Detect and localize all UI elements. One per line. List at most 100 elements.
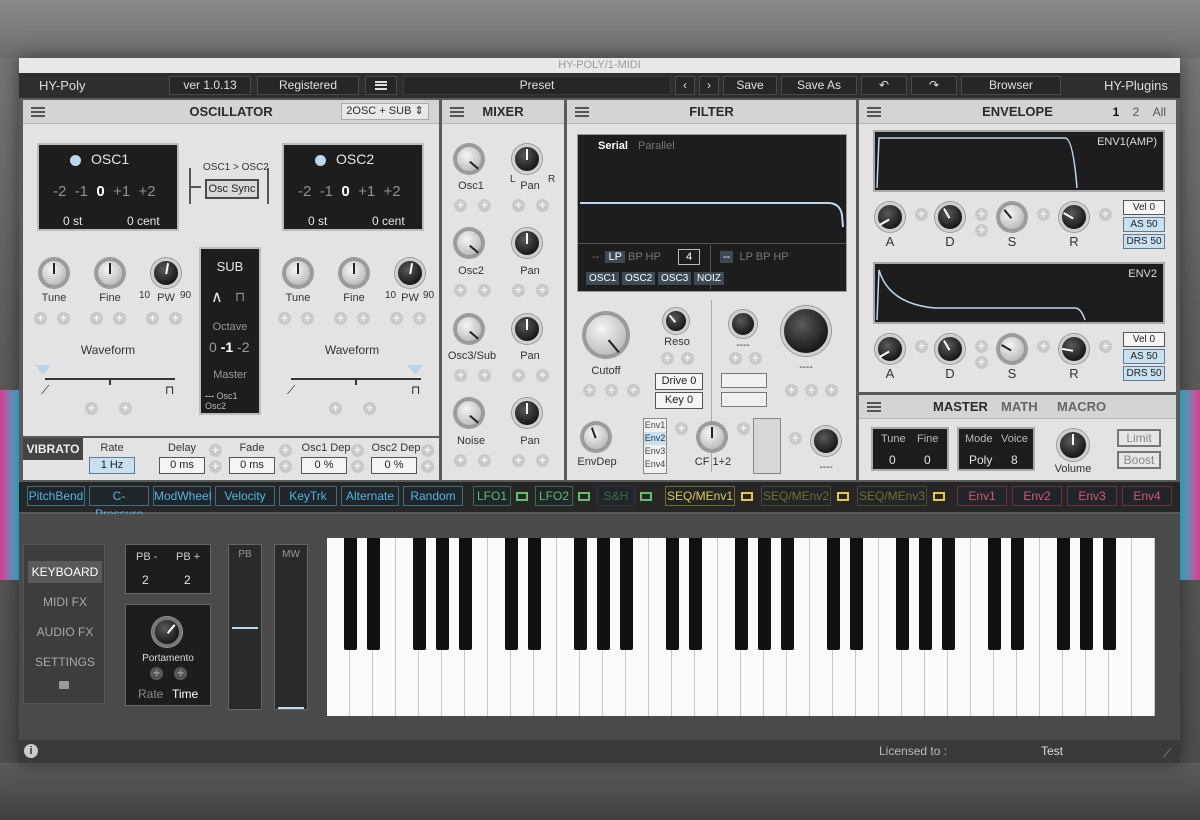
filter1-type-option[interactable]: HP	[646, 251, 661, 263]
seq3-monitor-icon[interactable]	[933, 492, 945, 501]
mod-slot-plus[interactable]: +	[209, 460, 222, 473]
filter-env-select[interactable]: Env1 Env2 Env3 Env4	[643, 418, 667, 474]
sub-triangle-icon[interactable]: ∧	[211, 287, 223, 307]
osc2-fine-knob[interactable]	[339, 258, 369, 288]
sh-monitor-icon[interactable]	[640, 492, 652, 501]
master-tune-value[interactable]: 0	[889, 453, 896, 467]
preset-menu-button[interactable]	[365, 76, 397, 95]
filter2-type-row[interactable]: -- LP BP HP	[720, 251, 789, 263]
env2-decay-knob[interactable]	[935, 334, 965, 364]
master-menu-icon[interactable]	[867, 402, 881, 412]
mod-slot-plus[interactable]: +	[119, 402, 132, 415]
mod-slot-plus[interactable]: +	[512, 199, 525, 212]
master-fine-value[interactable]: 0	[924, 453, 931, 467]
filter2-key-field[interactable]	[721, 392, 767, 407]
portamento-time-option[interactable]: Time	[172, 687, 198, 701]
mod-slot-plus[interactable]: +	[789, 432, 802, 445]
mod-slot-plus[interactable]: +	[413, 312, 426, 325]
mod-slot-plus[interactable]: +	[334, 312, 347, 325]
mod-slot-plus[interactable]: +	[454, 454, 467, 467]
filter1-type-selected[interactable]: LP	[605, 251, 625, 263]
black-key[interactable]	[1079, 538, 1093, 650]
osc1-waveform-handle[interactable]	[35, 365, 51, 375]
osc1-octave-option[interactable]: -2	[53, 183, 66, 200]
mixer-menu-icon[interactable]	[450, 107, 464, 117]
nav-settings[interactable]: SETTINGS	[28, 651, 102, 673]
mod-slot-plus[interactable]: +	[169, 312, 182, 325]
sub-master-row[interactable]: --- Osc1 Osc2	[205, 391, 259, 411]
oscillator-menu-icon[interactable]	[31, 107, 45, 117]
mod-slot-plus[interactable]: +	[975, 340, 988, 353]
lock-icon[interactable]	[59, 681, 69, 689]
mod-slot-plus[interactable]: +	[915, 340, 928, 353]
osc-sync-button[interactable]: Osc Sync	[205, 179, 259, 199]
black-key[interactable]	[734, 538, 748, 650]
mod-slot-plus[interactable]: +	[279, 444, 292, 457]
mod-slot-plus[interactable]: +	[329, 402, 342, 415]
piano-keyboard[interactable]	[327, 538, 1155, 716]
filter-source-osc2[interactable]: OSC2	[622, 272, 656, 285]
filter2-type-option[interactable]: BP	[756, 251, 770, 263]
seq2-monitor-icon[interactable]	[837, 492, 849, 501]
env1-vel-field[interactable]: Vel 0	[1123, 200, 1165, 215]
black-key[interactable]	[849, 538, 863, 650]
mod-slot-plus[interactable]: +	[915, 208, 928, 221]
filter2-type-option[interactable]: HP	[773, 251, 788, 263]
mod-source-env3[interactable]: Env3	[1067, 486, 1117, 506]
black-key[interactable]	[366, 538, 380, 650]
mod-slot-plus[interactable]: +	[85, 402, 98, 415]
macro-tab[interactable]: MACRO	[1057, 395, 1106, 419]
vibrato-fade-field[interactable]: 0 ms	[229, 457, 275, 474]
noise-pan-knob[interactable]	[512, 398, 542, 428]
mod-slot-plus[interactable]: +	[1037, 340, 1050, 353]
mod-slot-plus[interactable]: +	[512, 284, 525, 297]
osc2-octave-option[interactable]: -1	[320, 183, 333, 200]
black-key[interactable]	[987, 538, 1001, 650]
pitchbend-wheel[interactable]: PB	[228, 544, 262, 710]
osc2-octave-option[interactable]: +1	[358, 183, 375, 200]
next-preset-button[interactable]: ›	[699, 76, 719, 95]
black-key[interactable]	[458, 538, 472, 650]
mod-slot-plus[interactable]: +	[113, 312, 126, 325]
white-key[interactable]	[1132, 538, 1155, 716]
env1-as-field[interactable]: AS 50	[1123, 217, 1165, 232]
nav-audio-fx[interactable]: AUDIO FX	[28, 621, 102, 643]
modwheel[interactable]: MW	[274, 544, 308, 710]
black-key[interactable]	[527, 538, 541, 650]
filter-env-option[interactable]: Env1	[644, 419, 666, 432]
black-key[interactable]	[826, 538, 840, 650]
black-key[interactable]	[435, 538, 449, 650]
filter-drive-field[interactable]: Drive 0	[655, 373, 703, 390]
filter1-type-row[interactable]: -- LP BP HP	[592, 251, 661, 263]
master-mode-value[interactable]: Poly	[969, 453, 992, 467]
browser-button[interactable]: Browser	[961, 76, 1061, 95]
mod-source-cpressure[interactable]: C-Pressure	[89, 486, 149, 521]
filter-env-option[interactable]: Env4	[644, 458, 666, 471]
mod-slot-plus[interactable]: +	[661, 352, 674, 365]
black-key[interactable]	[573, 538, 587, 650]
black-key[interactable]	[596, 538, 610, 650]
lfo2-monitor-icon[interactable]	[578, 492, 590, 501]
black-key[interactable]	[412, 538, 426, 650]
env2-attack-knob[interactable]	[875, 334, 905, 364]
mod-slot-plus[interactable]: +	[357, 312, 370, 325]
mod-source-env2[interactable]: Env2	[1012, 486, 1062, 506]
osc2-waveform-slider[interactable]: ⟋ ⊓	[281, 365, 431, 397]
version-button[interactable]: ver 1.0.13	[169, 76, 251, 95]
mod-source-seq1[interactable]: SEQ/MEnv1	[665, 486, 735, 506]
mod-source-pitchbend[interactable]: PitchBend	[27, 486, 85, 506]
osc1-octave-option[interactable]: -1	[75, 183, 88, 200]
black-key[interactable]	[941, 538, 955, 650]
mod-source-seq2[interactable]: SEQ/MEnv2	[761, 486, 831, 506]
math-tab[interactable]: MATH	[1001, 395, 1038, 419]
env2-as-field[interactable]: AS 50	[1123, 349, 1165, 364]
vibrato-osc1dep-field[interactable]: 0 %	[301, 457, 347, 474]
filter-cf-knob[interactable]	[697, 422, 727, 452]
mod-slot-plus[interactable]: +	[351, 460, 364, 473]
env1-release-knob[interactable]	[1059, 202, 1089, 232]
mod-slot-plus[interactable]: +	[975, 208, 988, 221]
black-key[interactable]	[918, 538, 932, 650]
mod-slot-plus[interactable]: +	[150, 667, 163, 680]
osc2-pan-knob[interactable]	[512, 228, 542, 258]
mod-slot-plus[interactable]: +	[536, 199, 549, 212]
